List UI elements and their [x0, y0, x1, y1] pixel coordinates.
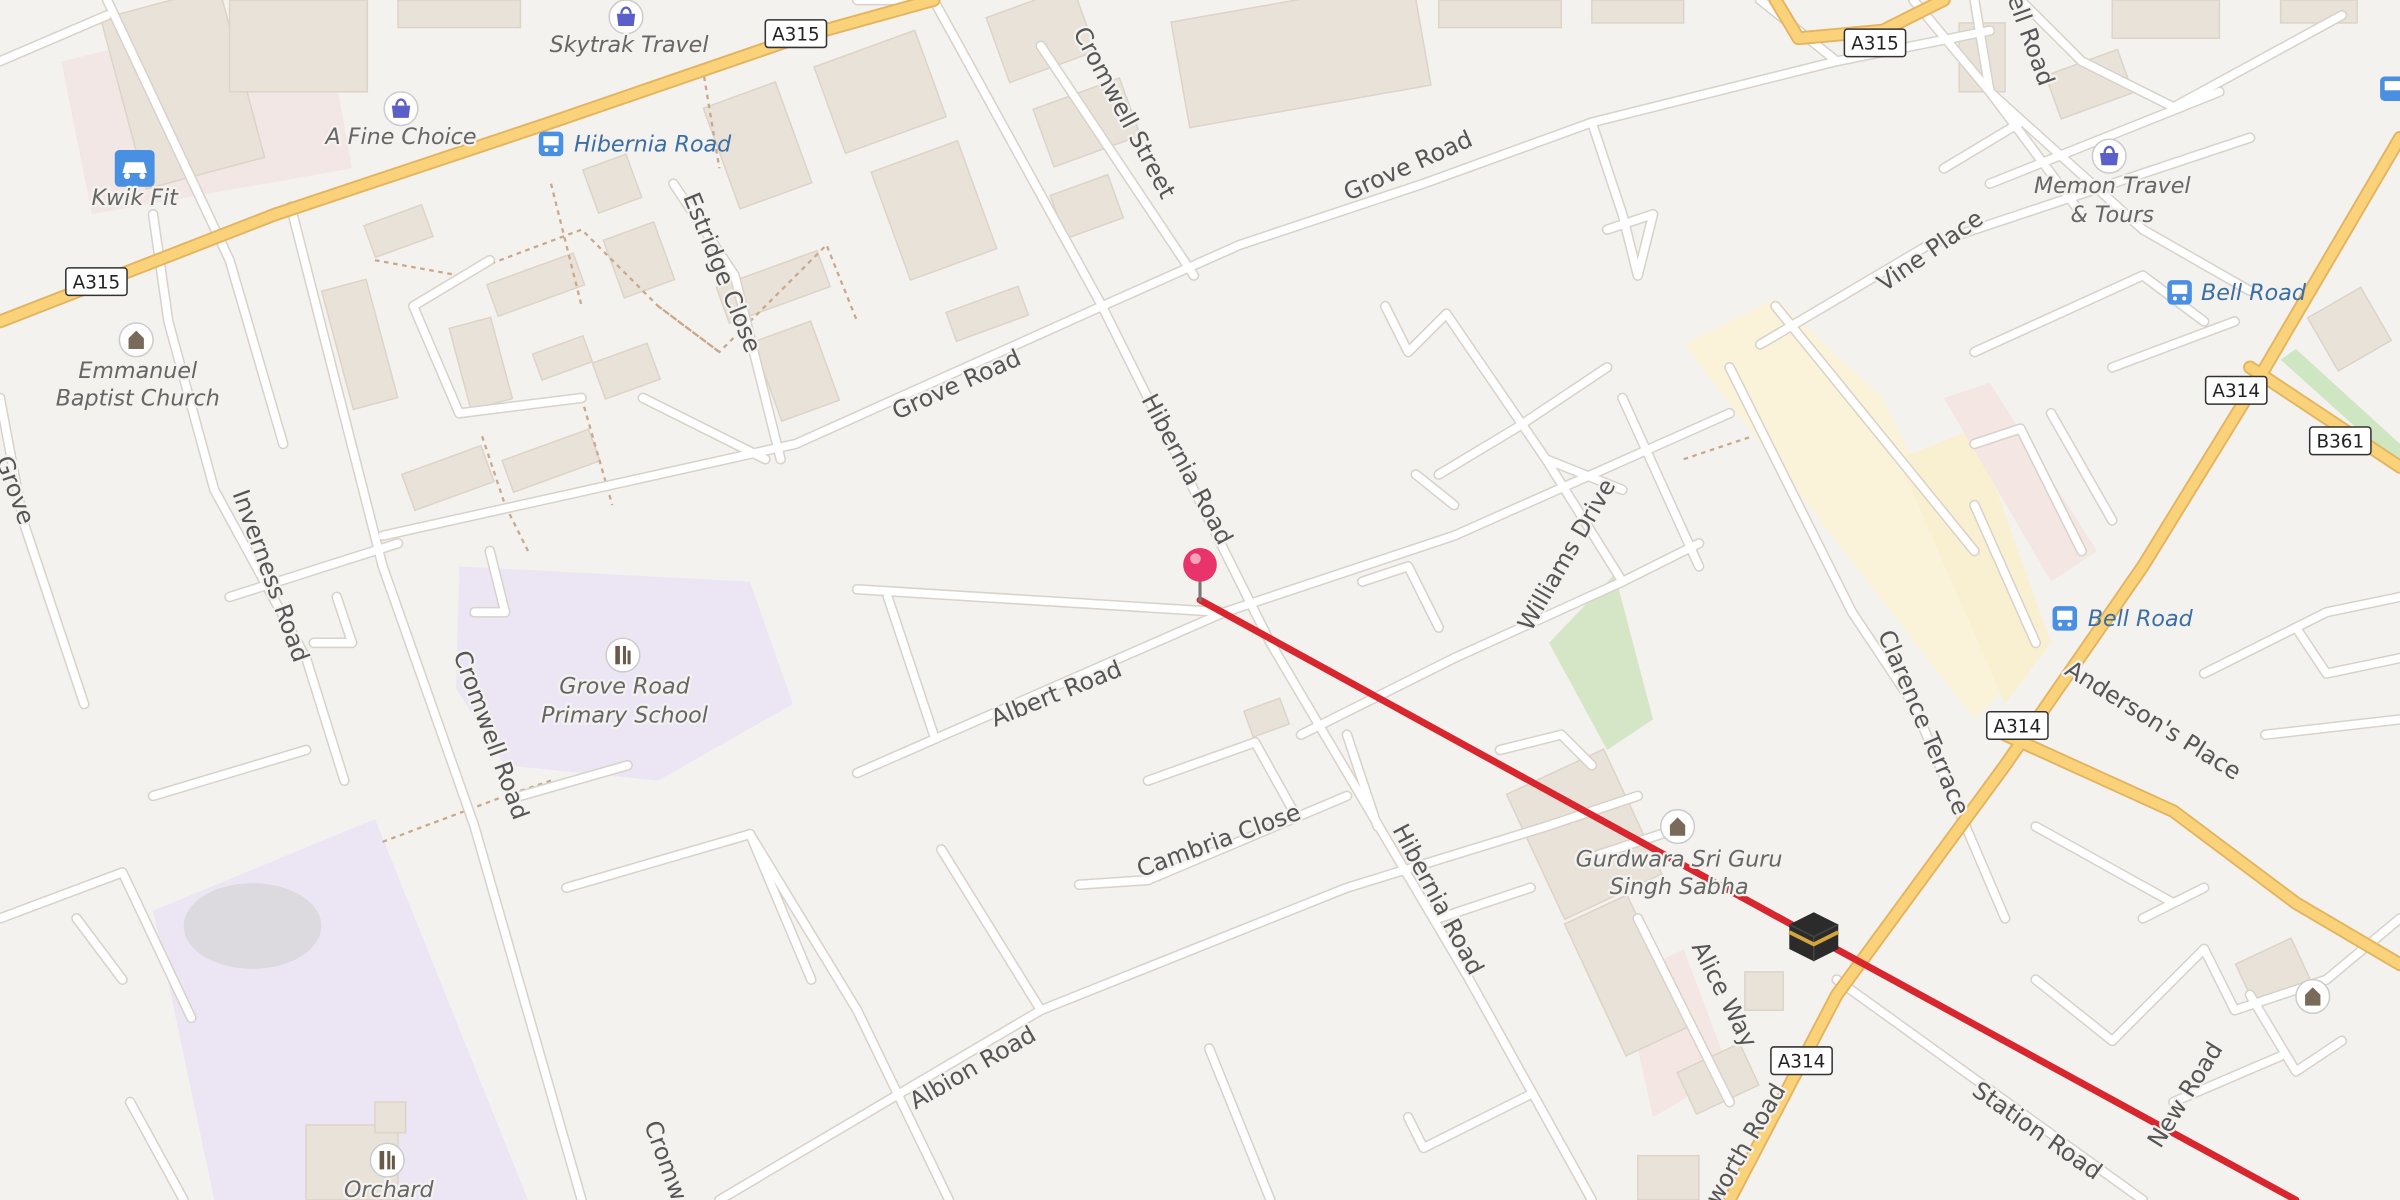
svg-text:Hibernia Road: Hibernia Road [574, 132, 732, 158]
street-label-grove: Grove [0, 452, 40, 528]
street-label-new-road: New Road [2142, 1037, 2229, 1153]
road-shield-a315: A315 [65, 267, 128, 297]
svg-text:Singh Sabha: Singh Sabha [1610, 874, 1749, 900]
street-label-albion-road: Albion Road [904, 1020, 1040, 1115]
svg-text:Primary School: Primary School [541, 702, 709, 728]
bus-stop-hibernia-road[interactable]: Hibernia Road [538, 131, 732, 158]
road-shield-a314: A314 [2204, 375, 2268, 405]
svg-text:Grove Road: Grove Road [559, 673, 690, 699]
svg-text:A315: A315 [1851, 34, 1899, 55]
svg-text:A315: A315 [772, 25, 820, 46]
street-label-bell-road: ell Road [2002, 0, 2061, 89]
road-shield-a315: A315 [1843, 28, 1907, 58]
road-shield-a314: A314 [1770, 1046, 1833, 1076]
svg-text:Memon Travel: Memon Travel [2034, 173, 2191, 199]
park-area [1548, 573, 1654, 750]
map-view[interactable]: A315 A315 A315 A314 B361 A314 A314 Grove… [0, 0, 2400, 1200]
poi-emmanuel-baptist-church[interactable]: Emmanuel Baptist Church [53, 322, 222, 414]
svg-text:A314: A314 [2212, 381, 2260, 402]
svg-text:Gurdwara Sri Guru: Gurdwara Sri Guru [1576, 846, 1783, 872]
bus-stop-bell-road[interactable]: Bell Road [2167, 280, 2307, 306]
bus-icon [2052, 606, 2078, 631]
svg-text:A Fine Choice: A Fine Choice [323, 124, 476, 150]
street-label-station-road: Station Road [1967, 1076, 2107, 1186]
street-label-cromwell-road: Cromw [638, 1117, 693, 1200]
street-label-albert-road: Albert Road [987, 655, 1126, 733]
bus-icon[interactable] [2380, 76, 2400, 102]
svg-text:A314: A314 [1994, 716, 2042, 737]
svg-text:Baptist Church: Baptist Church [56, 386, 220, 412]
svg-text:Bell Road: Bell Road [2201, 280, 2307, 306]
church-icon[interactable] [2295, 978, 2331, 1015]
svg-text:Kwik Fit: Kwik Fit [91, 185, 179, 211]
svg-text:Skytrak Travel: Skytrak Travel [550, 32, 710, 58]
bus-icon [538, 131, 564, 157]
church-icon [118, 322, 154, 358]
bag-icon [608, 0, 644, 35]
svg-text:Orchard: Orchard [344, 1177, 435, 1200]
street-label-vine-place: Vine Place [1872, 204, 1988, 297]
svg-text:Emmanuel: Emmanuel [78, 358, 198, 384]
field-shape [183, 883, 322, 969]
svg-text:Bell Road: Bell Road [2088, 606, 2194, 632]
school-icon [369, 1142, 405, 1178]
street-label-hibernia-road: Hibernia Road [1136, 389, 1239, 549]
poi-skytrak-travel[interactable]: Skytrak Travel [547, 0, 712, 60]
bus-icon [2167, 280, 2192, 305]
pin-icon[interactable] [1183, 547, 1217, 602]
car-icon [114, 150, 155, 187]
road-shield-b361: B361 [2308, 426, 2372, 456]
school-icon [605, 637, 641, 673]
bag-icon [2091, 138, 2127, 174]
church-icon [1659, 808, 1696, 845]
map-canvas[interactable]: A315 A315 A315 A314 B361 A314 A314 Grove… [0, 0, 2400, 1200]
svg-text:A314: A314 [1778, 1052, 1826, 1073]
svg-text:& Tours: & Tours [2070, 202, 2154, 228]
svg-text:B361: B361 [2316, 432, 2364, 453]
bus-stop-bell-road[interactable]: Bell Road [2052, 606, 2194, 632]
kaaba-icon[interactable] [1788, 912, 1840, 962]
poi-a-fine-choice[interactable]: A Fine Choice [321, 91, 479, 152]
svg-text:A315: A315 [73, 273, 121, 294]
bag-icon [383, 91, 419, 127]
road-shield-a315: A315 [764, 19, 828, 49]
road-shield-a314: A314 [1985, 710, 2049, 741]
street-label-grove-road: Grove Road [888, 344, 1025, 426]
street-label-cambria-close: Cambria Close [1133, 798, 1304, 883]
